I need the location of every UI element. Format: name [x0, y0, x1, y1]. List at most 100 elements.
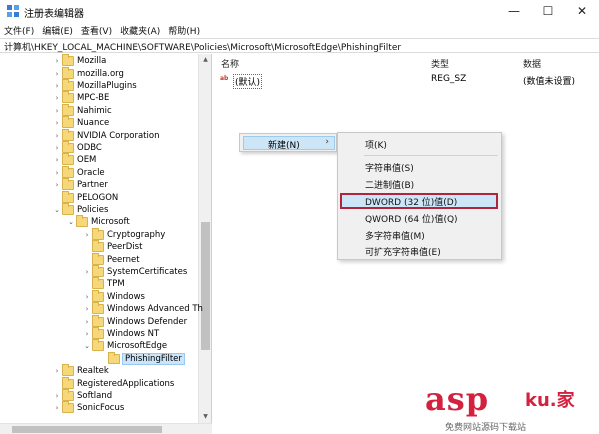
chevron-right-icon[interactable]: ›: [52, 82, 62, 90]
menu-edit[interactable]: 编辑(E): [38, 22, 77, 38]
tree-item-label: MPC-BE: [77, 93, 110, 104]
chevron-right-icon[interactable]: ›: [82, 293, 92, 301]
tree-item-label: Windows NT: [107, 328, 160, 339]
chevron-right-icon[interactable]: ›: [82, 231, 92, 239]
tree-item[interactable]: PELOGON: [52, 190, 118, 203]
submenu-item-string-value[interactable]: 字符串值(S): [365, 161, 414, 174]
tree-item[interactable]: › SonicFocus: [52, 401, 124, 414]
tree-item[interactable]: › OEM: [52, 153, 96, 166]
tree-item[interactable]: › Windows Defender: [82, 314, 187, 327]
address-bar[interactable]: 计算机\HKEY_LOCAL_MACHINE\SOFTWARE\Policies…: [0, 38, 599, 53]
window-title: 注册表编辑器: [24, 9, 84, 20]
tree-item[interactable]: RegisteredApplications: [52, 376, 174, 389]
tree-item[interactable]: ⌄ Policies: [52, 202, 109, 216]
tree-item[interactable]: › Nahimic: [52, 103, 112, 117]
submenu-item-dword-value[interactable]: DWORD (32 位)值(D): [365, 195, 457, 208]
folder-icon: [62, 78, 74, 91]
tree-item[interactable]: › MPC-BE: [52, 91, 110, 104]
tree-item-label: Windows Advanced Th: [107, 304, 203, 315]
tree-item-label: mozilla.org: [77, 68, 124, 79]
tree-item[interactable]: PeerDist: [82, 240, 142, 253]
column-header-type[interactable]: 类型: [431, 57, 449, 70]
tree-item[interactable]: › ODBC: [52, 140, 102, 154]
chevron-right-icon[interactable]: ›: [82, 268, 92, 276]
tree-item[interactable]: › mozilla.org: [52, 66, 124, 79]
chevron-right-icon[interactable]: ›: [52, 404, 62, 412]
chevron-right-icon[interactable]: ›: [82, 330, 92, 338]
folder-icon: [92, 326, 104, 339]
chevron-down-icon[interactable]: ⌄: [82, 342, 92, 350]
chevron-right-icon[interactable]: ›: [52, 181, 62, 189]
menu-file[interactable]: 文件(F): [0, 22, 38, 38]
tree-item[interactable]: PhishingFilter: [98, 351, 185, 365]
menu-help[interactable]: 帮助(H): [164, 22, 204, 38]
chevron-down-icon[interactable]: ⌄: [66, 218, 76, 226]
tree-item[interactable]: ⌄ MicrosoftEdge: [82, 339, 167, 352]
scroll-thumb[interactable]: [201, 222, 210, 350]
submenu-item-multi-string-value[interactable]: 多字符串值(M): [365, 229, 425, 242]
menu-item-new[interactable]: 新建(N) ›: [243, 136, 335, 151]
chevron-right-icon[interactable]: ›: [82, 305, 92, 313]
tree-item-label: Policies: [77, 204, 109, 215]
submenu-item-key[interactable]: 项(K): [365, 138, 387, 151]
folder-icon: [92, 264, 104, 277]
tree-item-label: Partner: [77, 180, 108, 191]
chevron-right-icon[interactable]: ›: [52, 156, 62, 164]
chevron-right-icon[interactable]: ›: [52, 392, 62, 400]
column-header-data[interactable]: 数据: [523, 57, 541, 70]
tree-item[interactable]: › NVIDIA Corporation: [52, 128, 159, 141]
folder-icon: [62, 376, 74, 389]
chevron-right-icon[interactable]: ›: [52, 119, 62, 127]
folder-icon: [92, 227, 104, 240]
folder-icon: [62, 54, 74, 67]
hscroll-thumb[interactable]: [12, 426, 162, 433]
tree-item[interactable]: › Nuance: [52, 116, 109, 129]
chevron-right-icon[interactable]: ›: [52, 57, 62, 65]
watermark-brand: asp: [425, 380, 490, 418]
tree-item[interactable]: › Windows Advanced Th: [82, 302, 203, 315]
tree-item[interactable]: ⌄ Microsoft: [66, 215, 130, 228]
watermark-cn: ku.家: [525, 390, 575, 411]
tree-horizontal-scrollbar[interactable]: [0, 423, 212, 434]
chevron-right-icon[interactable]: ›: [82, 318, 92, 326]
tree-item-label: Nahimic: [77, 105, 112, 116]
tree-item-label: MozillaPlugins: [77, 80, 137, 91]
value-name[interactable]: (默认): [233, 74, 263, 89]
chevron-right-icon[interactable]: ›: [52, 367, 62, 375]
scroll-down-icon[interactable]: ▼: [199, 411, 211, 423]
folder-icon: [108, 351, 120, 364]
tree-item[interactable]: › Softland: [52, 388, 112, 402]
tree-item[interactable]: › Windows: [82, 289, 145, 303]
chevron-right-icon[interactable]: ›: [52, 144, 62, 152]
tree-item[interactable]: › SystemCertificates: [82, 264, 188, 278]
tree-item[interactable]: TPM: [82, 277, 125, 290]
tree-item[interactable]: › Realtek: [52, 364, 109, 377]
tree-item[interactable]: › Oracle: [52, 165, 105, 179]
folder-icon: [62, 388, 74, 401]
submenu-item-qword-value[interactable]: QWORD (64 位)值(Q): [365, 212, 458, 225]
column-header-name[interactable]: 名称: [221, 57, 239, 70]
menu-view[interactable]: 查看(V): [77, 22, 116, 38]
chevron-right-icon[interactable]: ›: [52, 107, 62, 115]
close-button[interactable]: ✕: [565, 0, 599, 22]
chevron-right-icon[interactable]: ›: [52, 70, 62, 78]
menu-favorites[interactable]: 收藏夹(A): [116, 22, 164, 38]
tree-item[interactable]: › Windows NT: [82, 326, 160, 340]
submenu-item-expandable-string-value[interactable]: 可扩充字符串值(E): [365, 245, 441, 258]
tree-item[interactable]: › Mozilla: [52, 54, 106, 67]
chevron-right-icon[interactable]: ›: [52, 94, 62, 102]
scroll-up-icon[interactable]: ▲: [199, 54, 211, 66]
chevron-down-icon[interactable]: ⌄: [52, 206, 62, 214]
tree-item[interactable]: › Partner: [52, 178, 108, 191]
watermark-subtitle: 免费网站源码下载站: [445, 423, 527, 433]
chevron-right-icon[interactable]: ›: [52, 132, 62, 140]
minimize-button[interactable]: —: [497, 0, 531, 22]
tree-item-label: SystemCertificates: [107, 266, 188, 277]
submenu-item-binary-value[interactable]: 二进制值(B): [365, 178, 414, 191]
maximize-button[interactable]: ☐: [531, 0, 565, 22]
chevron-right-icon[interactable]: ›: [52, 169, 62, 177]
tree-item[interactable]: › Cryptography: [82, 227, 165, 241]
tree-item[interactable]: Peernet: [82, 252, 140, 265]
tree-vertical-scrollbar[interactable]: ▲ ▼: [198, 54, 211, 423]
tree-item[interactable]: › MozillaPlugins: [52, 78, 137, 92]
